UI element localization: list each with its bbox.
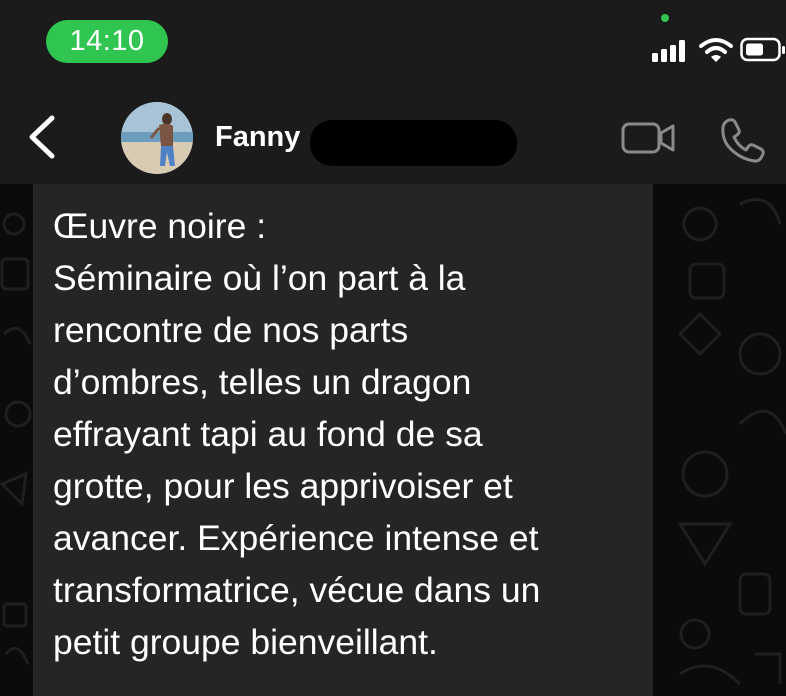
- signal-icon: [652, 40, 685, 62]
- system-icons: [652, 36, 785, 64]
- message-text: Œuvre noire : Séminaire où l’on part à l…: [53, 206, 541, 662]
- avatar[interactable]: [121, 102, 193, 174]
- avatar-photo: [121, 102, 193, 174]
- redaction-box: [310, 120, 517, 166]
- status-time[interactable]: 14:10: [46, 20, 168, 63]
- phone-icon[interactable]: [719, 116, 767, 164]
- wifi-icon: [699, 38, 733, 62]
- contact-name[interactable]: Fanny: [215, 120, 300, 154]
- video-camera-icon[interactable]: [620, 118, 676, 158]
- back-chevron-icon[interactable]: [22, 112, 62, 162]
- privacy-indicator-dot: [661, 14, 669, 22]
- status-bar: 14:10: [0, 0, 786, 92]
- chat-header: Fanny: [0, 92, 786, 184]
- battery-icon: [740, 37, 785, 62]
